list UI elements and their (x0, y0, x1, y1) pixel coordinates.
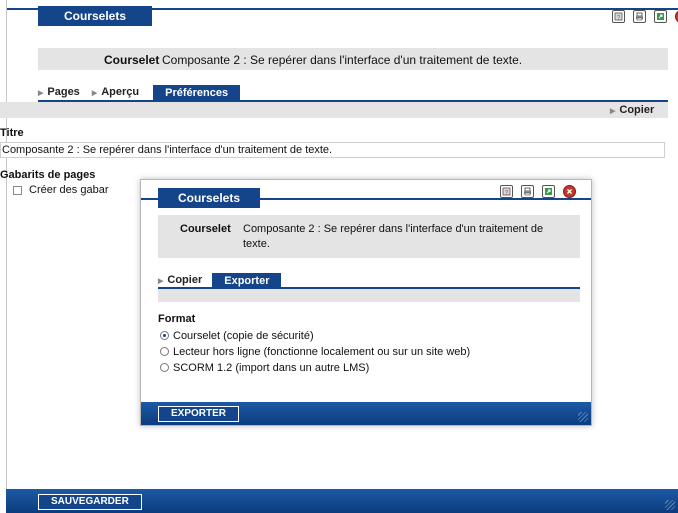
dialog-courselet-label: Courselet (180, 223, 231, 235)
copy-link[interactable]: ▶ Copier (610, 102, 654, 120)
sub-action-bar (0, 102, 668, 118)
format-option-offline[interactable]: Lecteur hors ligne (fonctionne localemen… (160, 346, 470, 359)
dialog-courselet-info (158, 215, 580, 258)
export-icon[interactable] (542, 185, 555, 198)
gabarits-label: Gabarits de pages (0, 169, 96, 181)
gabarits-checkbox-label: Créer des gabar (29, 184, 109, 196)
titre-input[interactable]: Composante 2 : Se repérer dans l'interfa… (0, 142, 665, 158)
radio-icon[interactable] (160, 363, 169, 372)
format-label: Format (158, 313, 196, 325)
tab-arrow-icon: ▶ (38, 90, 44, 97)
dialog-toolbar: ? (500, 185, 576, 198)
dialog-title: Courselets (158, 188, 260, 208)
radio-selected-icon[interactable] (160, 331, 169, 340)
window-toolbar: ? (612, 10, 678, 23)
tab-arrow-icon: ▶ (158, 278, 164, 285)
dialog-sub-bar (158, 289, 580, 302)
dialog-courselet-value-line1: Composante 2 : Se repérer dans l'interfa… (243, 223, 544, 235)
format-option-courselet[interactable]: Courselet (copie de sécurité) (160, 330, 314, 343)
export-icon[interactable] (654, 10, 667, 23)
tab-arrow-icon: ▶ (91, 90, 98, 97)
titre-label: Titre (0, 127, 24, 139)
tab-preferences[interactable]: Préférences (153, 85, 241, 101)
dialog-courselet-value-line2: texte. (243, 238, 270, 250)
help-icon[interactable]: ? (500, 185, 513, 198)
export-button[interactable]: EXPORTER (158, 406, 240, 422)
close-icon[interactable] (563, 185, 576, 198)
gabarits-checkbox[interactable] (13, 186, 22, 195)
resize-grip-icon[interactable] (665, 500, 675, 510)
format-option-scorm[interactable]: SCORM 1.2 (import dans un autre LMS) (160, 362, 369, 375)
print-icon[interactable] (521, 185, 534, 198)
courselet-label: Courselet (104, 53, 160, 67)
print-icon[interactable] (633, 10, 646, 23)
save-button[interactable]: SAUVEGARDER (38, 494, 142, 510)
radio-icon[interactable] (160, 347, 169, 356)
copy-arrow-icon: ▶ (610, 108, 616, 115)
courselet-value: Composante 2 : Se repérer dans l'interfa… (162, 53, 523, 67)
window-title: Courselets (38, 6, 152, 26)
resize-grip-icon[interactable] (578, 412, 588, 422)
help-icon[interactable]: ? (612, 10, 625, 23)
